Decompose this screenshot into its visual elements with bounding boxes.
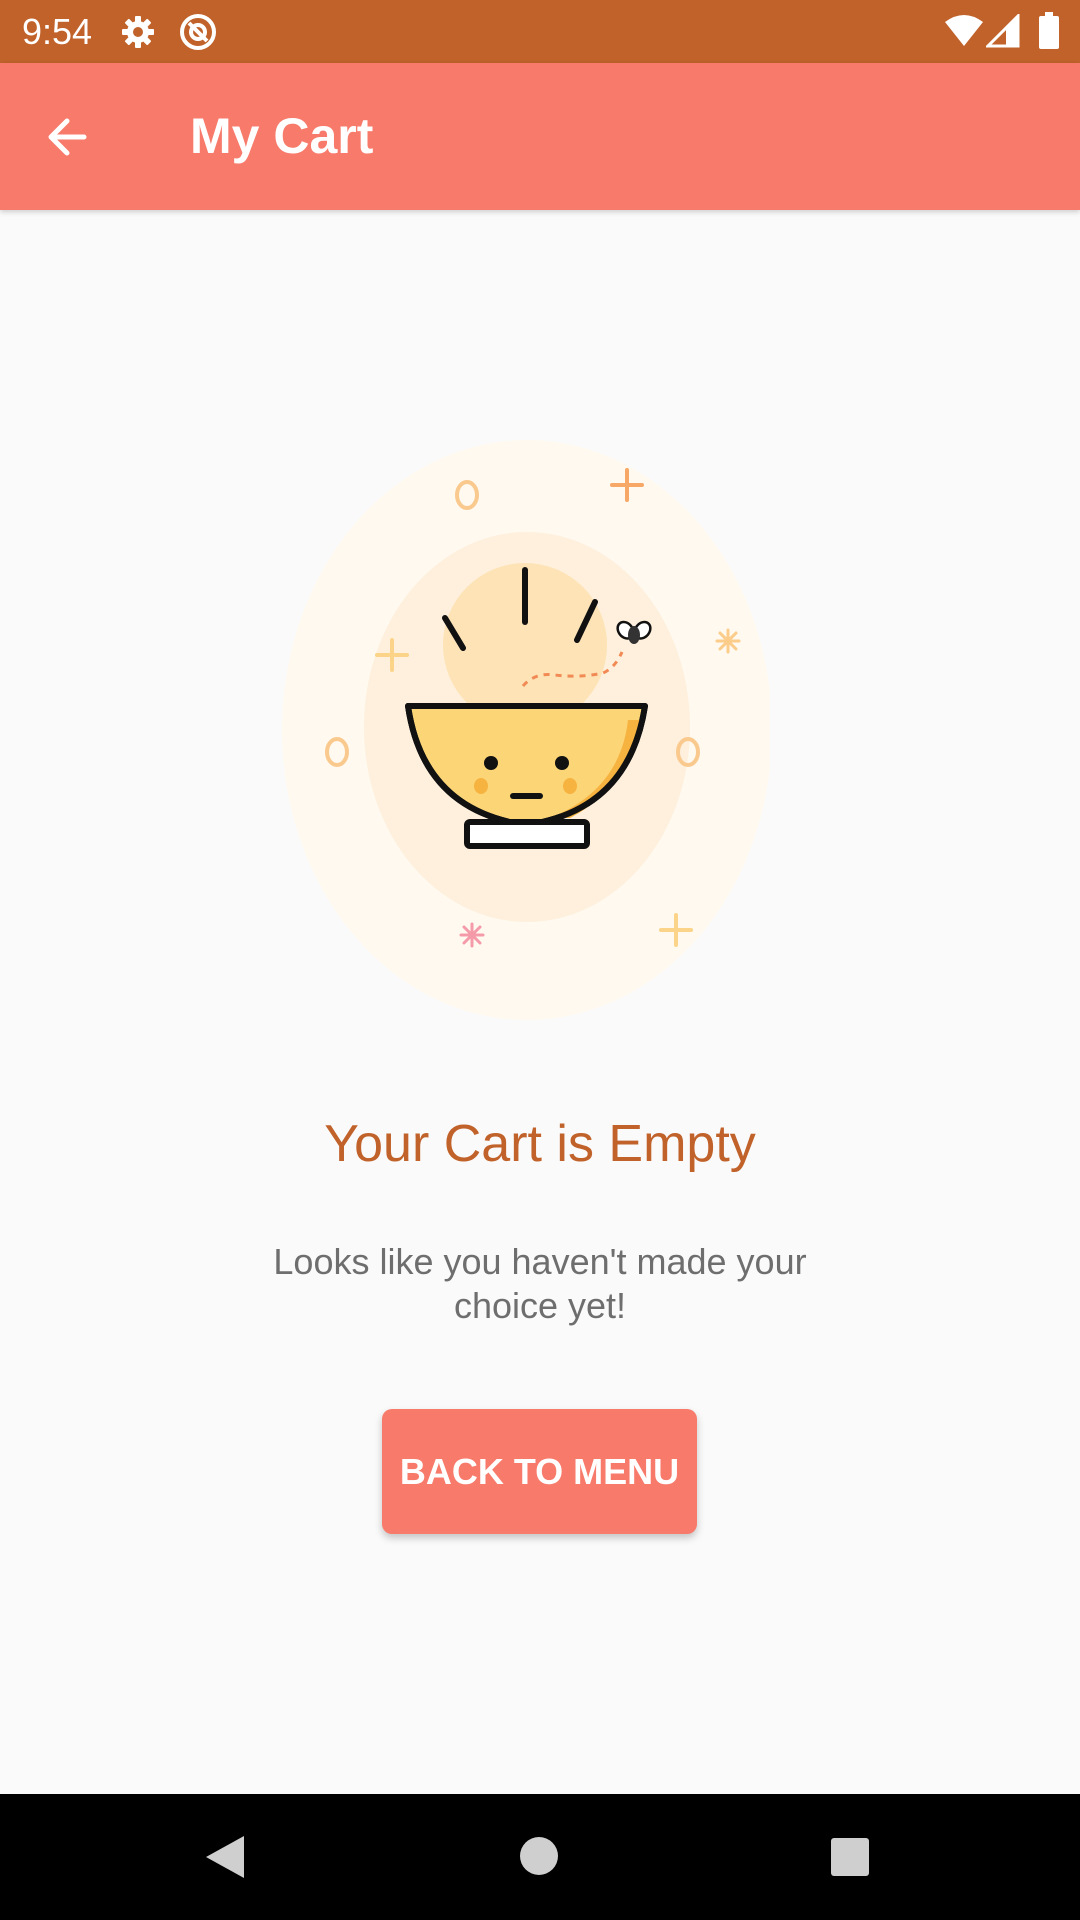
back-button[interactable] — [30, 103, 116, 171]
home-circle-icon[interactable] — [519, 1836, 559, 1881]
arrow-back-icon — [30, 118, 116, 175]
back-to-menu-button[interactable]: BACK TO MENU — [382, 1409, 697, 1534]
wifi-icon — [944, 14, 984, 53]
battery-icon — [1038, 12, 1060, 55]
system-nav-bar — [0, 1794, 1080, 1920]
back-triangle-icon[interactable] — [204, 1834, 246, 1885]
app-bar: My Cart — [0, 63, 1080, 210]
cell-signal-icon — [984, 12, 1020, 53]
at-sign-icon — [178, 12, 218, 57]
status-time: 9:54 — [22, 11, 93, 52]
recents-square-icon[interactable] — [830, 1837, 870, 1882]
status-bar: 9:54 — [0, 0, 1080, 63]
settings-gear-icon — [120, 14, 156, 55]
page-title: My Cart — [190, 108, 374, 164]
empty-cart-title: Your Cart is Empty — [324, 1115, 756, 1173]
empty-cart-message: Looks like you haven't made your choice … — [273, 1241, 807, 1326]
empty-bowl-illustration — [270, 430, 772, 1030]
